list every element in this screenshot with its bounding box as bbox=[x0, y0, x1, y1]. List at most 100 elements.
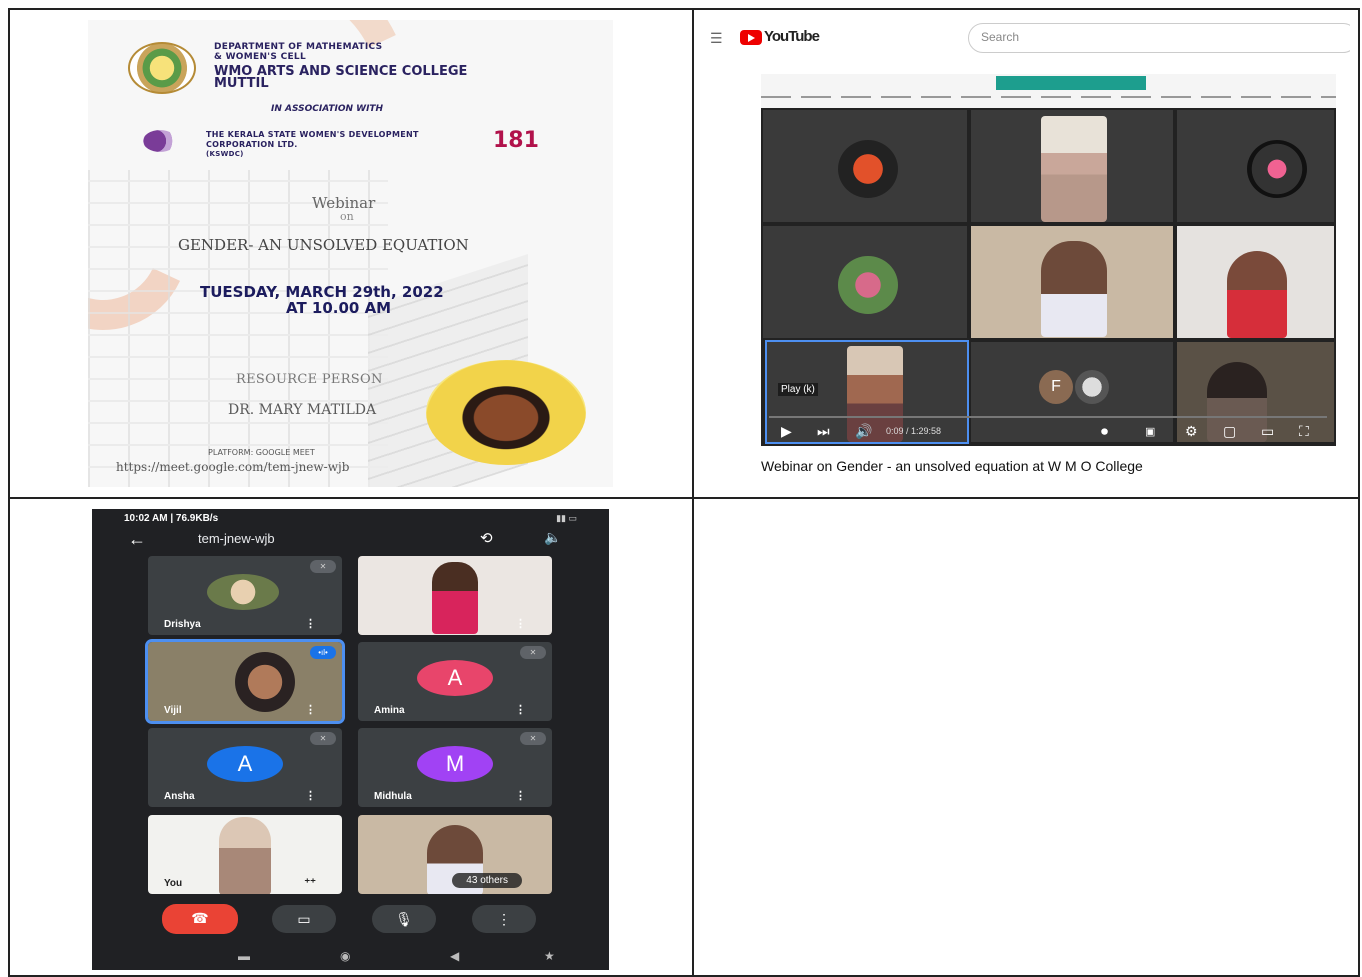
participant-name: Amina bbox=[374, 705, 405, 716]
play-icon[interactable]: ▶ bbox=[781, 423, 792, 440]
meet-mobile-screenshot: 10:02 AM | 76.9KB/s ▮▮ ▭ ← tem-jnew-wjb … bbox=[92, 509, 609, 970]
accessibility-icon[interactable]: ★ bbox=[544, 949, 555, 963]
avatar bbox=[838, 256, 898, 314]
participant-tile[interactable]: ✕ A Ansha ⋮ bbox=[148, 728, 342, 807]
participant-tile[interactable]: ✕ A Amina ⋮ bbox=[358, 642, 552, 721]
video-feed bbox=[219, 816, 271, 894]
more-options-icon[interactable]: ⋮ bbox=[305, 703, 316, 716]
corporation-line3: (KSWDC) bbox=[206, 150, 244, 158]
progress-bar[interactable] bbox=[769, 416, 1327, 418]
speaking-indicator-icon: •ıl• bbox=[310, 646, 336, 659]
on-text: on bbox=[340, 210, 354, 223]
avatar bbox=[1247, 140, 1307, 198]
youtube-screenshot: ☰ YouTube Search F Play (k) ▶ ⏭ 🔊 0:09 /… bbox=[700, 18, 1350, 488]
participant-tile[interactable]: ✕ M Midhula ⋮ bbox=[358, 728, 552, 807]
more-options-icon[interactable]: ⋮ bbox=[305, 789, 316, 802]
resource-person-name: DR. MARY MATILDA bbox=[228, 402, 377, 418]
settings-icon[interactable]: ⚙ bbox=[1185, 423, 1198, 440]
corporation-line2: CORPORATION LTD. bbox=[206, 140, 298, 149]
video-feed bbox=[1041, 116, 1107, 222]
mic-off-icon: ✕ bbox=[520, 646, 546, 659]
column-divider bbox=[692, 10, 694, 975]
more-options-icon[interactable]: ⋮ bbox=[515, 617, 526, 630]
department-text: DEPARTMENT OF MATHEMATICS bbox=[214, 42, 383, 52]
participant-tile[interactable]: You ⁺⁺ bbox=[148, 815, 342, 894]
video-player[interactable]: F bbox=[761, 108, 1336, 446]
battery-icon: ▮▮ ▭ bbox=[556, 513, 577, 523]
mic-off-icon: ✕ bbox=[520, 732, 546, 745]
switch-camera-icon[interactable]: ⟲ bbox=[480, 529, 493, 547]
volume-icon[interactable]: 🔊 bbox=[855, 423, 872, 440]
others-count-badge[interactable]: 43 others bbox=[452, 873, 522, 888]
theater-icon[interactable]: ▭ bbox=[1261, 423, 1274, 440]
cell-text: & WOMEN'S CELL bbox=[214, 52, 306, 62]
corporation-line1: THE KERALA STATE WOMEN'S DEVELOPMENT bbox=[206, 130, 419, 139]
participant-name: You bbox=[164, 878, 183, 889]
participant-tile bbox=[1177, 110, 1334, 222]
autoplay-toggle-icon[interactable]: ⏺ bbox=[1101, 423, 1108, 440]
participant-tile bbox=[971, 226, 1173, 338]
video-feed bbox=[1227, 251, 1287, 338]
avatar: F bbox=[1039, 370, 1073, 404]
avatar bbox=[1075, 370, 1109, 404]
more-options-icon[interactable]: ⋮ bbox=[305, 617, 316, 630]
helpline-logo: 181 bbox=[493, 128, 539, 153]
speaker-icon[interactable]: 🔈 bbox=[544, 529, 561, 546]
participant-tile bbox=[763, 226, 967, 338]
webinar-date: TUESDAY, MARCH 29th, 2022 bbox=[200, 283, 444, 301]
kswdc-logo bbox=[143, 130, 177, 152]
video-feed bbox=[235, 651, 295, 712]
participant-name: Vijil bbox=[164, 705, 182, 716]
captions-icon[interactable]: ▣ bbox=[1145, 425, 1155, 438]
meeting-link[interactable]: https://meet.google.com/tem-jnew-wjb bbox=[116, 460, 349, 474]
participant-tile[interactable]: ⋮ bbox=[358, 556, 552, 635]
meeting-code[interactable]: tem-jnew-wjb bbox=[198, 531, 275, 546]
row-divider bbox=[10, 497, 1358, 499]
association-text: IN ASSOCIATION WITH bbox=[271, 104, 384, 114]
more-options-icon[interactable]: ⋮ bbox=[472, 905, 536, 933]
time-display: 0:09 / 1:29:58 bbox=[886, 426, 942, 436]
player-controls: ▶ ⏭ 🔊 0:09 / 1:29:58 ⏺ ▣ ⚙ ▢ ▭ ⛶ bbox=[761, 416, 1336, 446]
video-feed bbox=[432, 561, 478, 634]
participant-tile bbox=[1177, 226, 1334, 338]
participant-tile[interactable]: •ıl• Vijil ⋮ bbox=[145, 639, 345, 724]
camera-icon[interactable]: ▭ bbox=[272, 905, 336, 933]
back-icon[interactable]: ◀ bbox=[450, 949, 459, 963]
webinar-poster: DEPARTMENT OF MATHEMATICS & WOMEN'S CELL… bbox=[88, 20, 613, 487]
hamburger-icon[interactable]: ☰ bbox=[710, 30, 723, 47]
participant-name: Midhula bbox=[374, 791, 412, 802]
recents-icon[interactable]: ▬ bbox=[238, 949, 250, 963]
avatar bbox=[838, 140, 898, 198]
home-icon[interactable]: ◉ bbox=[340, 949, 350, 963]
participant-tile[interactable]: ✕ Drishya ⋮ bbox=[148, 556, 342, 635]
mic-off-icon: ✕ bbox=[310, 732, 336, 745]
status-bar-time: 10:02 AM | 76.9KB/s bbox=[124, 513, 219, 524]
search-input[interactable]: Search bbox=[968, 23, 1350, 53]
avatar-initial: A bbox=[417, 659, 493, 696]
fullscreen-icon[interactable]: ⛶ bbox=[1299, 423, 1309, 440]
resource-person-label: RESOURCE PERSON bbox=[236, 372, 383, 387]
back-arrow-icon[interactable]: ← bbox=[128, 529, 146, 550]
participant-tile[interactable]: 43 others bbox=[358, 815, 552, 894]
mic-off-icon: ✕ bbox=[310, 560, 336, 573]
more-options-icon[interactable]: ⁺⁺ bbox=[304, 876, 316, 889]
participant-name: Drishya bbox=[164, 619, 201, 630]
speaker-portrait bbox=[426, 360, 586, 465]
end-call-icon[interactable]: ☎ bbox=[162, 904, 238, 934]
college-place: MUTTIL bbox=[214, 76, 269, 91]
more-options-icon[interactable]: ⋮ bbox=[515, 703, 526, 716]
youtube-logo-icon[interactable] bbox=[740, 30, 762, 45]
participant-tile bbox=[971, 110, 1173, 222]
more-options-icon[interactable]: ⋮ bbox=[515, 789, 526, 802]
miniplayer-icon[interactable]: ▢ bbox=[1223, 423, 1236, 440]
youtube-logo-text[interactable]: YouTube bbox=[764, 28, 820, 45]
next-icon[interactable]: ⏭ bbox=[817, 423, 830, 440]
bookmarks-bar bbox=[761, 96, 1336, 98]
embedded-browser-bar bbox=[761, 74, 1336, 108]
video-feed bbox=[1041, 241, 1107, 337]
video-title[interactable]: Webinar on Gender - an unsolved equation… bbox=[761, 458, 1143, 474]
microphone-icon[interactable]: 🎙 bbox=[372, 905, 436, 933]
college-emblem bbox=[128, 42, 196, 94]
participant-tile bbox=[763, 110, 967, 222]
avatar-initial: M bbox=[417, 745, 493, 782]
